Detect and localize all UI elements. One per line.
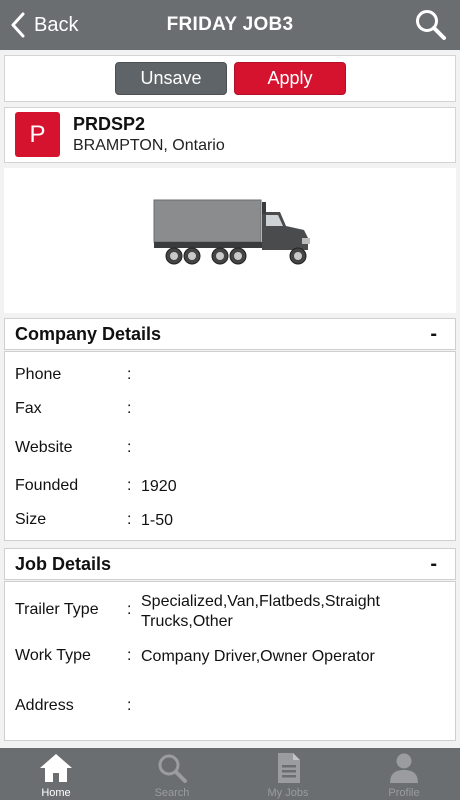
- company-card: P PRDSP2 BRAMPTON, Ontario: [4, 107, 456, 163]
- page-title: FRIDAY JOB3: [166, 14, 294, 35]
- tab-label: My Jobs: [267, 787, 309, 799]
- detail-label: Phone: [15, 366, 62, 383]
- detail-separator: :: [127, 697, 132, 714]
- header-search-button[interactable]: [414, 8, 448, 42]
- job-details-header: Job Details -: [4, 548, 456, 580]
- detail-value: 1920: [141, 478, 177, 495]
- detail-label: Website: [15, 439, 73, 456]
- job-details-title: Job Details: [15, 553, 112, 574]
- company-logo: P: [15, 112, 60, 157]
- job-details-body: Trailer Type : Specialized,Van,Flatbeds,…: [4, 581, 456, 741]
- action-bar: Unsave Apply: [4, 55, 456, 102]
- document-icon: [278, 753, 300, 783]
- company-name: PRDSP2: [73, 114, 146, 134]
- detail-separator: :: [127, 439, 132, 456]
- detail-separator: :: [127, 647, 132, 664]
- company-details-title: Company Details: [15, 323, 162, 344]
- tab-search[interactable]: Search: [116, 748, 228, 800]
- detail-label: Work Type: [15, 647, 91, 664]
- apply-button[interactable]: Apply: [234, 62, 346, 95]
- detail-separator: :: [127, 366, 132, 383]
- search-icon: [158, 754, 187, 783]
- detail-label: Size: [15, 511, 47, 528]
- top-header: Back FRIDAY JOB3: [0, 0, 460, 50]
- company-location: BRAMPTON, Ontario: [73, 137, 225, 154]
- detail-value: 1-50: [141, 512, 174, 529]
- tab-my-jobs[interactable]: My Jobs: [232, 748, 344, 800]
- home-icon: [40, 754, 72, 782]
- unsave-button[interactable]: Unsave: [115, 62, 227, 95]
- tab-profile[interactable]: Profile: [348, 748, 460, 800]
- detail-value: Company Driver,Owner Operator: [141, 648, 375, 665]
- detail-label: Trailer Type: [15, 601, 99, 618]
- detail-label: Founded: [15, 477, 79, 494]
- tab-label: Home: [41, 787, 71, 799]
- detail-value: Specialized,Van,Flatbeds,Straight Trucks…: [141, 593, 380, 630]
- tab-home[interactable]: Home: [0, 748, 112, 800]
- detail-separator: :: [127, 400, 132, 417]
- tab-label: Search: [154, 787, 190, 799]
- truck-icon: [153, 199, 310, 265]
- search-icon: [416, 10, 446, 40]
- company-details-collapse-toggle[interactable]: -: [424, 323, 443, 346]
- job-details-collapse-toggle[interactable]: -: [424, 553, 443, 576]
- tab-label: Profile: [388, 787, 420, 799]
- detail-separator: :: [127, 511, 132, 528]
- detail-separator: :: [127, 601, 132, 618]
- company-details-header: Company Details -: [4, 318, 456, 350]
- detail-label: Address: [15, 697, 74, 714]
- truck-image-area: [4, 168, 456, 313]
- detail-separator: :: [127, 477, 132, 494]
- company-details-body: Phone : Fax : Website : Founded : 1920 S…: [4, 351, 456, 541]
- bottom-tab-bar: Home Search My Jobs Profile: [0, 748, 460, 800]
- person-icon: [390, 753, 418, 783]
- detail-label: Fax: [15, 400, 42, 417]
